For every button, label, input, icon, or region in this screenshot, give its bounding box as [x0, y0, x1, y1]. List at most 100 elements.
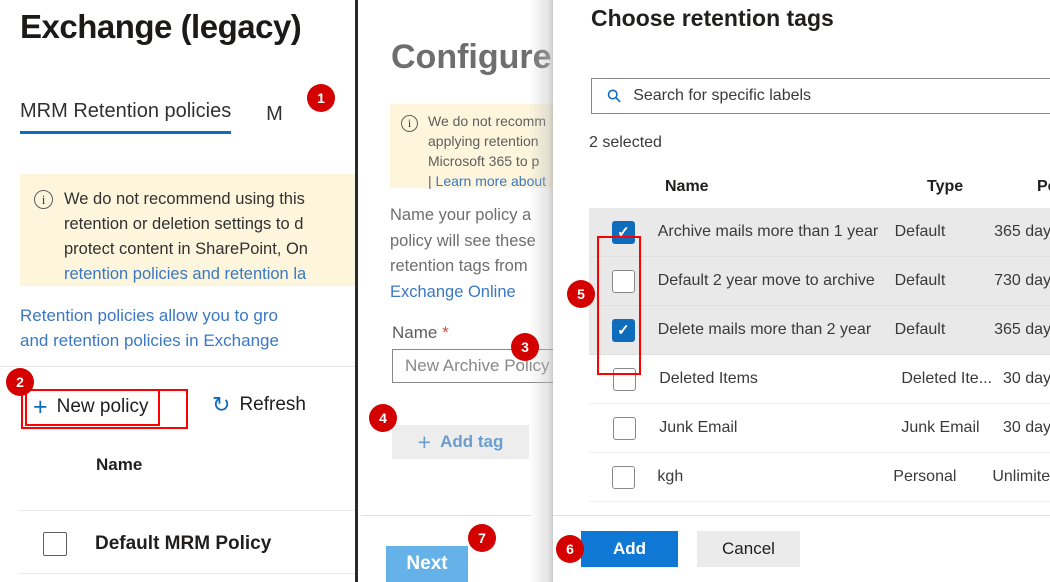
row-tag-name: Default 2 year move to archive: [657, 272, 875, 289]
middle-info-link-row: | Learn more about: [428, 171, 553, 191]
left-info-line-1: We do not recommend using this: [64, 190, 305, 208]
step-badge-6: 6: [556, 535, 584, 563]
step-badge-4: 4: [369, 404, 397, 432]
row-tag-type: Default: [894, 223, 946, 240]
left-column-name[interactable]: Name: [96, 455, 142, 475]
left-info-banner: i We do not recommend using this retenti…: [20, 174, 355, 287]
divider: [18, 510, 355, 511]
column-header-period[interactable]: Period: [1037, 178, 1050, 196]
left-description: Retention policies allow you to gro and …: [20, 303, 355, 353]
middle-info-text: We do not recomm applying retention Micr…: [428, 111, 553, 191]
divider: [361, 515, 531, 516]
row-tag-name: kgh: [657, 468, 684, 485]
row-tag-period: 30 days: [1002, 370, 1050, 387]
left-description-line-1: Retention policies allow you to gro: [20, 306, 278, 325]
exchange-online-link[interactable]: Exchange Online: [390, 280, 553, 306]
table-row[interactable]: kgh Personal Unlimited: [589, 453, 1050, 502]
middle-info-banner: i We do not recomm applying retention Mi…: [390, 104, 553, 191]
table-row[interactable]: Deleted Items Deleted Ite... 30 days: [589, 355, 1050, 404]
row-checkbox-cell: ✓: [589, 318, 658, 342]
middle-info-link-prefix: |: [428, 173, 436, 189]
table-row[interactable]: Junk Email Junk Email 30 days: [589, 404, 1050, 453]
left-info-text: We do not recommend using this retention…: [64, 187, 355, 287]
divider: [18, 573, 355, 574]
step-badge-7: 7: [468, 524, 496, 552]
middle-description-line-2: policy will see these: [390, 231, 536, 250]
add-tag-button[interactable]: + Add tag: [392, 425, 529, 459]
table-row[interactable]: ✓ Archive mails more than 1 year Default 36…: [589, 208, 1050, 257]
tab-mrm-retention-policies[interactable]: MRM Retention policies: [20, 100, 232, 134]
selected-count: 2 selected: [589, 134, 662, 151]
step-badge-2: 2: [6, 368, 34, 396]
page-title: Exchange (legacy): [20, 8, 302, 45]
required-marker: *: [442, 323, 449, 342]
row-tag-name: Archive mails more than 1 year: [657, 223, 879, 240]
column-header-type[interactable]: Type: [927, 178, 963, 196]
add-button[interactable]: Add: [581, 531, 678, 567]
flyout-title: Choose retention tags: [591, 5, 834, 31]
refresh-icon: ↻: [212, 392, 231, 417]
row-tag-name: Junk Email: [659, 419, 738, 436]
step-badge-5: 5: [567, 280, 595, 308]
row-tag-type: Default: [894, 321, 946, 338]
exchange-legacy-panel: Exchange (legacy) MRM Retention policies…: [0, 0, 358, 582]
cancel-button[interactable]: Cancel: [697, 531, 800, 567]
row-checkbox[interactable]: [612, 367, 636, 391]
row-tag-name: Delete mails more than 2 year: [657, 321, 872, 338]
left-command-bar: + New policy ↻ Refresh: [0, 366, 355, 430]
table-row[interactable]: Default MRM Policy: [0, 523, 355, 565]
table-row[interactable]: Default 2 year move to archive Default 730…: [589, 257, 1050, 306]
plus-icon: +: [33, 393, 48, 421]
row-checkbox[interactable]: [612, 416, 636, 440]
choose-retention-tags-panel: Choose retention tags ⚲ Search for speci…: [553, 0, 1050, 582]
step-badge-3: 3: [511, 333, 539, 361]
row-tag-period: 730 days: [994, 272, 1050, 289]
divider: [553, 515, 1050, 516]
tab-secondary[interactable]: M: [266, 103, 283, 134]
row-checkbox[interactable]: ✓: [611, 318, 635, 342]
row-checkbox-cell: [589, 465, 657, 489]
left-info-line-2: retention or deletion settings to d: [64, 215, 304, 233]
row-tag-period: 365 days: [994, 223, 1050, 240]
info-icon: i: [34, 190, 53, 209]
row-checkbox-cell: [589, 367, 659, 391]
tab-list: MRM Retention policies M: [20, 100, 283, 134]
refresh-button[interactable]: ↻ Refresh: [212, 394, 306, 416]
table-body: ✓ Archive mails more than 1 year Default 36…: [589, 208, 1050, 502]
row-checkbox[interactable]: [611, 269, 635, 293]
next-button[interactable]: Next: [386, 546, 468, 582]
learn-more-link[interactable]: Learn more about: [436, 173, 547, 189]
middle-info-line-1: We do not recomm: [428, 113, 547, 129]
middle-description-line-1: Name your policy a: [390, 206, 532, 224]
refresh-label: Refresh: [239, 394, 306, 415]
row-checkbox-cell: [589, 269, 658, 293]
row-tag-type: Deleted Ite...: [901, 370, 993, 387]
row-checkbox[interactable]: [43, 532, 67, 556]
configure-title: Configure: [391, 38, 552, 76]
search-icon: ⚲: [602, 83, 626, 108]
step-badge-1: 1: [307, 84, 335, 112]
middle-description: Name your policy a policy will see these…: [390, 203, 553, 305]
middle-description-line-3: retention tags from: [390, 257, 528, 275]
row-tag-name: Deleted Items: [659, 370, 758, 387]
row-tag-period: Unlimited: [992, 468, 1050, 485]
name-field-label: Name *: [392, 323, 449, 343]
row-tag-type: Personal: [893, 468, 957, 485]
row-policy-name: Default MRM Policy: [95, 533, 272, 554]
row-checkbox-cell: ✓: [589, 220, 658, 244]
retention-tags-table: Name Type Period ✓ Archive mails more tha…: [589, 178, 1050, 502]
new-policy-label: New policy: [56, 396, 149, 417]
new-policy-button[interactable]: + New policy: [25, 389, 161, 426]
search-input[interactable]: ⚲ Search for specific labels: [591, 78, 1050, 114]
middle-info-line-3: Microsoft 365 to p: [428, 153, 540, 169]
row-checkbox[interactable]: [611, 465, 635, 489]
plus-icon: +: [417, 429, 432, 455]
configure-panel: Configure i We do not recomm applying re…: [361, 0, 553, 582]
row-checkbox[interactable]: ✓: [611, 220, 635, 244]
table-row[interactable]: ✓ Delete mails more than 2 year Default 365…: [589, 306, 1050, 355]
column-header-name[interactable]: Name: [665, 178, 709, 196]
screenshot-root: Exchange (legacy) MRM Retention policies…: [0, 0, 1050, 582]
left-info-link[interactable]: retention policies and retention la: [64, 262, 355, 287]
row-tag-period: 30 days: [1002, 419, 1050, 436]
row-tag-type: Default: [894, 272, 946, 289]
